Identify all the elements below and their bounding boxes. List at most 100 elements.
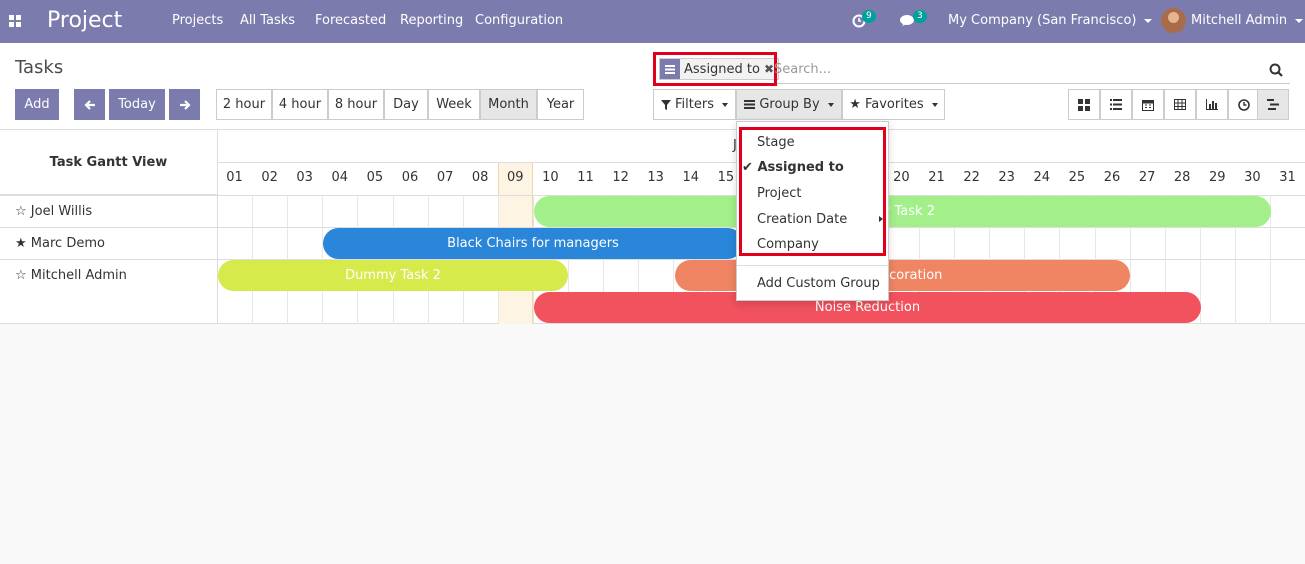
scale-4-hour[interactable]: 4 hour [272,89,328,120]
star-outline-icon[interactable]: ☆ [15,204,27,219]
day-header: 23 [998,170,1015,185]
message-count-badge: 3 [913,10,927,23]
scale-8-hour[interactable]: 8 hour [328,89,384,120]
list-icon [1110,99,1122,110]
gantt-view: Task Gantt View J 01 02 03 04 05 06 07 08 09 10 11… [0,130,1305,324]
day-header: 05 [366,170,384,185]
menu-projects[interactable]: Projects [172,13,223,29]
star-icon: ★ [849,97,861,112]
activity-count-badge: 9 [862,10,876,23]
star-icon[interactable]: ★ [15,236,27,251]
scale-2-hour[interactable]: 2 hour [216,89,272,120]
day-header: 29 [1209,170,1226,185]
calendar-icon [1142,99,1154,111]
add-custom-group[interactable]: Add Custom Group [757,276,880,291]
user-menu[interactable]: Mitchell Admin [1191,13,1304,28]
day-header: 07 [436,170,454,185]
day-header: 25 [1068,170,1086,185]
row-joel-willis[interactable]: ☆ Joel Willis [15,204,92,219]
user-name: Mitchell Admin [1191,13,1288,28]
favorites-button[interactable]: ★ Favorites [842,89,945,120]
scale-year[interactable]: Year [537,89,584,120]
day-header: 08 [471,170,489,185]
bar-chart-icon [1206,99,1218,110]
arrow-left-icon [83,99,95,110]
row-mitchell-admin[interactable]: ☆ Mitchell Admin [15,268,127,283]
search-input[interactable]: Search... [774,62,831,77]
task-bar[interactable]: Dummy Task 2 [218,260,568,291]
day-header: 11 [577,170,594,185]
caret-down-icon [827,102,834,107]
day-header: 03 [296,170,313,185]
day-header: 10 [542,170,559,185]
arrow-right-icon [179,99,191,110]
search-icon[interactable] [1269,63,1283,77]
highlight-box-group-by [739,127,886,256]
day-header: 21 [928,170,945,185]
day-header: 27 [1138,170,1156,185]
page-title: Tasks [15,57,64,78]
row-label: Marc Demo [30,236,105,251]
filters-label: Filters [675,97,714,112]
day-header: 30 [1244,170,1261,185]
clock-icon [1238,98,1250,111]
task-bar[interactable]: my Task 2 [534,196,1271,227]
filter-icon [661,99,672,110]
add-button[interactable]: Add [15,89,59,120]
today-button[interactable]: Today [109,89,165,120]
app-name[interactable]: Project [47,6,122,36]
next-button[interactable] [169,89,200,120]
day-header: 04 [331,170,349,185]
previous-button[interactable] [74,89,105,120]
kanban-view-button[interactable] [1068,89,1100,120]
day-header: 01 [226,170,243,185]
scale-day[interactable]: Day [384,89,428,120]
pivot-view-button[interactable] [1164,89,1196,120]
kanban-icon [1078,98,1090,111]
day-header: 22 [963,170,980,185]
menu-reporting[interactable]: Reporting [400,13,463,29]
menu-forecasted[interactable]: Forecasted [315,13,386,29]
group-by-label: Group By [759,97,820,112]
highlight-box-facet [653,52,777,86]
gantt-title: Task Gantt View [0,130,217,195]
activity-view-button[interactable] [1228,89,1260,120]
day-header: 06 [401,170,419,185]
activity-button[interactable]: 9 [852,10,876,30]
caret-down-icon [931,102,938,107]
list-view-button[interactable] [1100,89,1132,120]
day-header: 20 [893,170,910,185]
day-header: 02 [261,170,278,185]
filters-button[interactable]: Filters [653,89,736,120]
favorites-label: Favorites [864,97,924,112]
task-bar[interactable]: Black Chairs for managers [323,228,743,259]
day-header: 14 [682,170,700,185]
caret-down-icon [721,102,728,107]
star-outline-icon[interactable]: ☆ [15,268,27,283]
messages-button[interactable]: 3 [900,10,927,30]
day-header: 09 [507,170,524,185]
row-marc-demo[interactable]: ★ Marc Demo [15,236,105,251]
menu-all-tasks[interactable]: All Tasks [240,13,295,29]
gantt-view-button[interactable] [1257,89,1289,120]
company-switcher[interactable]: My Company (San Francisco) [948,13,1153,28]
avatar[interactable] [1161,8,1186,33]
menu-configuration[interactable]: Configuration [475,13,563,29]
day-header: 13 [647,170,664,185]
table-icon [1174,99,1186,110]
company-name: My Company (San Francisco) [948,13,1137,28]
chevron-down-icon [1295,18,1304,23]
group-by-button[interactable]: Group By [736,89,842,120]
dropdown-divider [737,265,888,266]
apps-menu-icon[interactable] [9,15,21,27]
calendar-view-button[interactable] [1132,89,1164,120]
row-label: Mitchell Admin [30,268,127,283]
scale-week[interactable]: Week [428,89,480,120]
bars-icon [744,100,756,109]
day-header: 28 [1173,170,1191,185]
scale-month[interactable]: Month [480,89,537,120]
day-header: 31 [1279,170,1296,185]
row-label: Joel Willis [30,204,93,219]
graph-view-button[interactable] [1196,89,1228,120]
top-navbar: Project Projects All Tasks Forecasted Re… [0,0,1305,43]
